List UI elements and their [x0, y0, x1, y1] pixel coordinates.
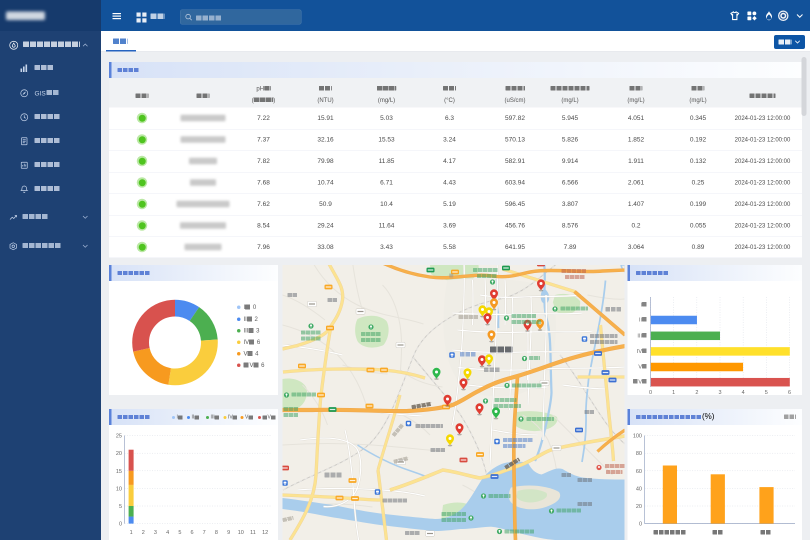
svg-text:20: 20: [116, 451, 122, 457]
svg-text:11: 11: [250, 530, 256, 536]
svg-text:4: 4: [166, 530, 169, 536]
svg-text:2: 2: [142, 530, 145, 536]
svg-text:8: 8: [215, 530, 218, 536]
svg-text:5: 5: [119, 504, 122, 510]
svg-text:60: 60: [636, 469, 642, 475]
svg-text:10: 10: [238, 530, 244, 536]
svg-text:9: 9: [227, 530, 230, 536]
svg-text:3: 3: [154, 530, 157, 536]
svg-text:1: 1: [672, 390, 675, 395]
svg-text:5: 5: [765, 390, 768, 395]
svg-text:12: 12: [262, 530, 268, 536]
svg-text:2: 2: [695, 390, 698, 395]
svg-text:80: 80: [636, 451, 642, 457]
svg-text:0: 0: [649, 390, 652, 395]
svg-text:3: 3: [718, 390, 721, 395]
svg-text:20: 20: [636, 504, 642, 510]
svg-text:6: 6: [788, 390, 791, 395]
svg-text:5: 5: [178, 530, 181, 536]
svg-text:25: 25: [116, 434, 122, 440]
svg-text:0: 0: [119, 522, 122, 528]
svg-text:15: 15: [116, 469, 122, 475]
svg-text:10: 10: [116, 486, 122, 492]
svg-text:100: 100: [633, 434, 642, 440]
svg-text:40: 40: [636, 486, 642, 492]
svg-text:7: 7: [203, 530, 206, 536]
svg-text:4: 4: [742, 390, 745, 395]
svg-text:0: 0: [639, 522, 642, 528]
svg-text:1: 1: [130, 530, 133, 536]
svg-text:6: 6: [191, 530, 194, 536]
